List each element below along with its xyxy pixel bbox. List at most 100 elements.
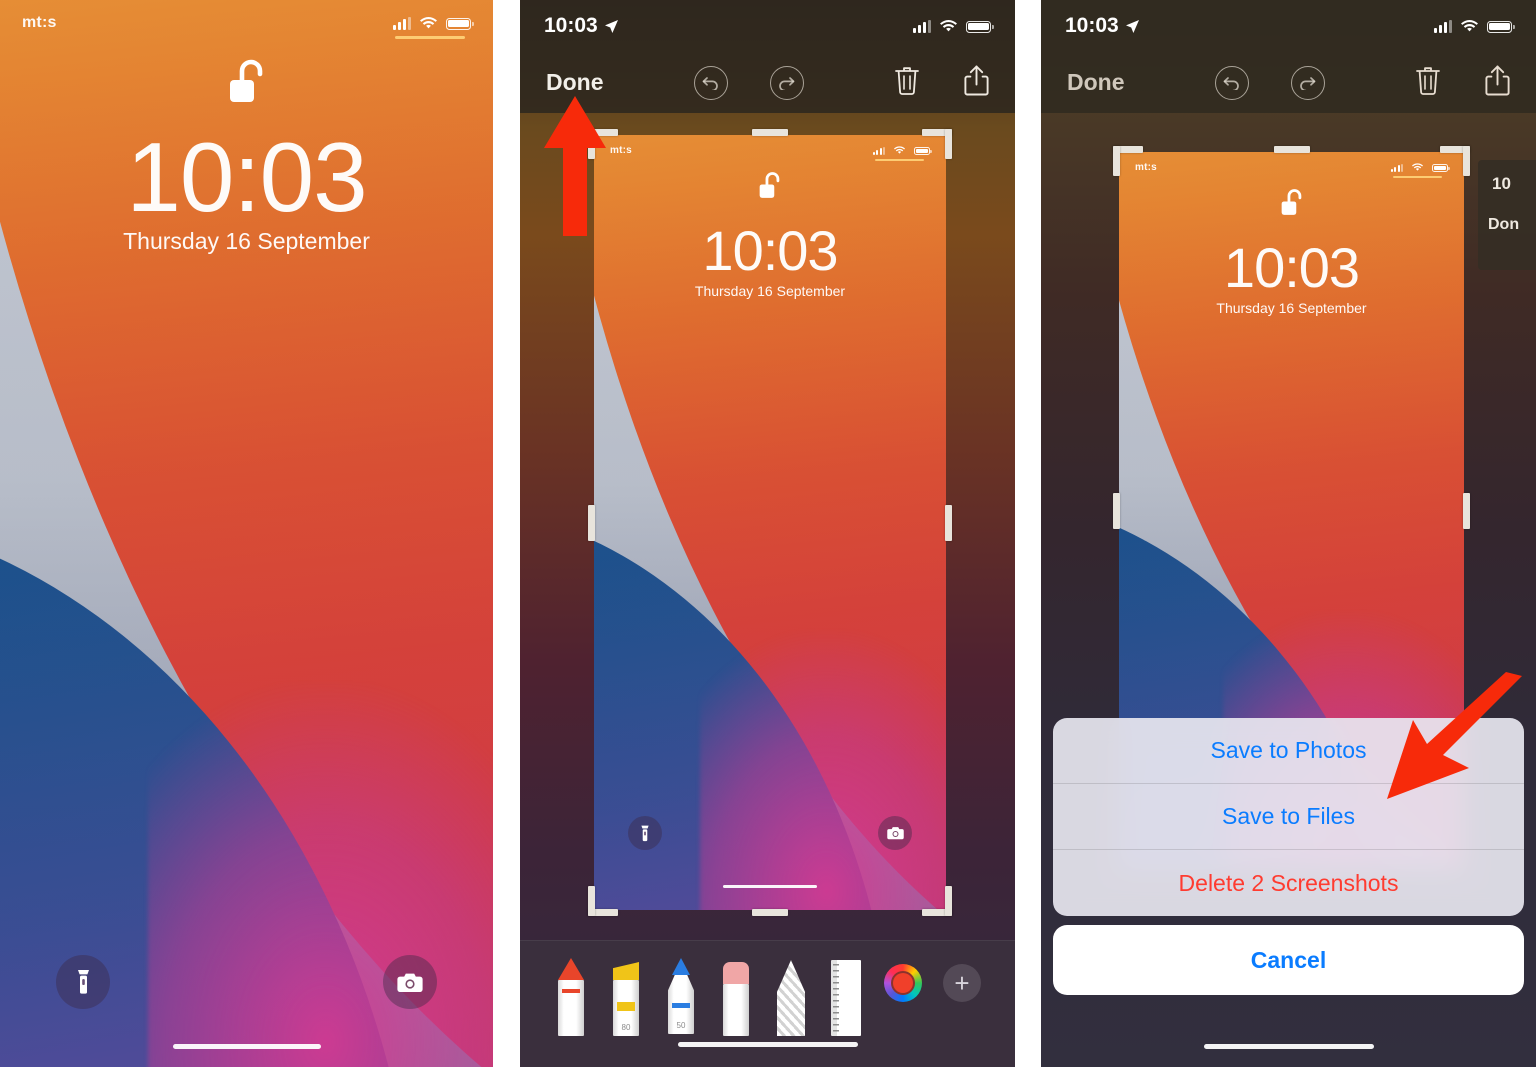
status-underline [874, 158, 924, 161]
markup-tool-pen[interactable] [554, 958, 588, 1036]
camera-button[interactable] [383, 955, 437, 1009]
share-button[interactable] [1485, 65, 1510, 101]
status-time-group: 10:03 [1065, 14, 1140, 38]
markup-tool-eraser[interactable] [719, 962, 753, 1036]
editor-toolbar: Done [520, 52, 1015, 113]
carrier-label: mt:s [22, 14, 57, 31]
unlocked-padlock-icon [224, 58, 270, 117]
crop-handle-top-center[interactable] [752, 129, 788, 136]
marker-size-label: 50 [676, 1021, 686, 1030]
markup-tool-lasso[interactable] [774, 960, 808, 1036]
crop-handle-mid-left[interactable] [588, 504, 595, 541]
highlighter-size-label: 80 [621, 1023, 631, 1032]
camera-icon [886, 827, 904, 840]
panel-markup-editor: 10:03 Done mt:s 10:03 Thursday 16 Septem… [520, 0, 1015, 1067]
share-action-sheet: Save to Photos Save to Files Delete 2 Sc… [1053, 718, 1524, 995]
cancel-button[interactable]: Cancel [1053, 925, 1524, 995]
unlocked-padlock-icon [756, 171, 784, 209]
undo-button[interactable] [1214, 65, 1249, 100]
done-button[interactable]: Done [546, 69, 604, 96]
lockscreen-clock: 10:03 [126, 122, 367, 232]
camera-icon [397, 973, 423, 992]
cellular-signal-icon [1390, 163, 1403, 172]
lockscreen-date: Thursday 16 September [123, 228, 370, 254]
home-indicator [172, 1044, 321, 1049]
share-square-icon [964, 65, 989, 95]
crop-handle-top-left-v[interactable] [1113, 146, 1120, 176]
crop-handle-bottom-right-v[interactable] [945, 886, 952, 916]
done-button[interactable]: Done [1067, 69, 1125, 96]
home-indicator [677, 1042, 858, 1047]
delete-button[interactable] [894, 65, 920, 100]
markup-tool-highlighter[interactable]: 80 [609, 962, 643, 1036]
crop-handle-top-left-v[interactable] [588, 129, 595, 159]
status-time: 10:03 [544, 14, 598, 37]
trash-icon [1416, 67, 1440, 95]
flashlight-button [628, 816, 662, 850]
status-bar: 10:03 [1041, 0, 1536, 52]
crop-handle-top-right-v[interactable] [1463, 146, 1470, 176]
lockscreen-clock: 10:03 [1223, 236, 1360, 299]
markup-tool-marker[interactable]: 50 [664, 958, 698, 1036]
redo-arrow-icon [779, 77, 795, 90]
tutorial-board: mt:s 10:03 Thursday 16 September 10:03 D… [0, 0, 1536, 1067]
crop-handle-top-right-v[interactable] [945, 129, 952, 159]
crop-handle-bottom-center[interactable] [752, 909, 788, 916]
crop-handle-mid-right[interactable] [1463, 493, 1470, 529]
redo-button[interactable] [1290, 65, 1325, 100]
wifi-icon [420, 16, 437, 30]
carrier-label: mt:s [610, 144, 632, 156]
cellular-signal-icon [872, 146, 885, 155]
save-to-photos-button[interactable]: Save to Photos [1053, 718, 1524, 784]
crop-handle-mid-left[interactable] [1113, 493, 1120, 529]
crop-handle-top-center[interactable] [1273, 146, 1310, 153]
flashlight-icon [77, 970, 89, 994]
wifi-icon [894, 145, 905, 155]
lockscreen-clock: 10:03 [702, 219, 838, 282]
cellular-signal-icon [913, 19, 931, 33]
panel-lockscreen: mt:s 10:03 Thursday 16 September [0, 0, 493, 1067]
editor-toolbar: Done [1041, 52, 1536, 113]
screenshot-preview-crop[interactable]: mt:s 10:03 Thursday 16 September [588, 129, 952, 916]
share-button[interactable] [964, 65, 989, 101]
screenshot-preview: mt:s 10:03 Thursday 16 September [594, 135, 946, 910]
action-sheet-options: Save to Photos Save to Files Delete 2 Sc… [1053, 718, 1524, 916]
status-underline [395, 36, 465, 39]
add-tool-button[interactable]: + [943, 963, 981, 1002]
crop-handle-bottom-left-v[interactable] [588, 886, 595, 916]
markup-tools-row: 80 50 + [520, 951, 1015, 1036]
second-screenshot-peek[interactable]: 10 Don [1478, 160, 1536, 270]
delete-screenshots-button[interactable]: Delete 2 Screenshots [1053, 850, 1524, 916]
undo-arrow-icon [702, 77, 719, 90]
editor-topbar: 10:03 Done [1041, 0, 1536, 113]
trash-icon [895, 67, 919, 95]
cellular-signal-icon [393, 16, 411, 30]
status-icons [1390, 162, 1450, 178]
wifi-icon [940, 19, 957, 33]
status-bar: mt:s [0, 0, 493, 46]
status-bar: mt:s [1119, 152, 1464, 182]
battery-full-icon [446, 17, 474, 30]
markup-tool-palette: 80 50 + [520, 940, 1015, 1067]
status-bar: mt:s [594, 135, 946, 165]
home-indicator [1203, 1044, 1374, 1049]
save-to-files-button[interactable]: Save to Files [1053, 784, 1524, 850]
lockscreen-overlay: mt:s 10:03 Thursday 16 September [594, 135, 946, 910]
markup-tool-ruler[interactable] [829, 960, 863, 1036]
location-arrow-icon [604, 19, 618, 33]
delete-button[interactable] [1415, 65, 1441, 100]
lockscreen-overlay: mt:s 10:03 Thursday 16 September [0, 0, 493, 1067]
peek-done-label: Don [1488, 216, 1520, 233]
flashlight-button[interactable] [56, 955, 110, 1009]
color-picker-button[interactable] [884, 963, 922, 1002]
lockscreen-date: Thursday 16 September [1216, 300, 1367, 316]
share-square-icon [1485, 65, 1510, 95]
editor-topbar: 10:03 Done [520, 0, 1015, 113]
redo-button[interactable] [769, 65, 804, 100]
status-icons [872, 145, 932, 161]
battery-full-icon [1487, 20, 1515, 33]
undo-arrow-icon [1223, 77, 1240, 90]
crop-handle-mid-right[interactable] [945, 504, 952, 541]
undo-button[interactable] [693, 65, 728, 100]
status-bar: 10:03 [520, 0, 1015, 52]
